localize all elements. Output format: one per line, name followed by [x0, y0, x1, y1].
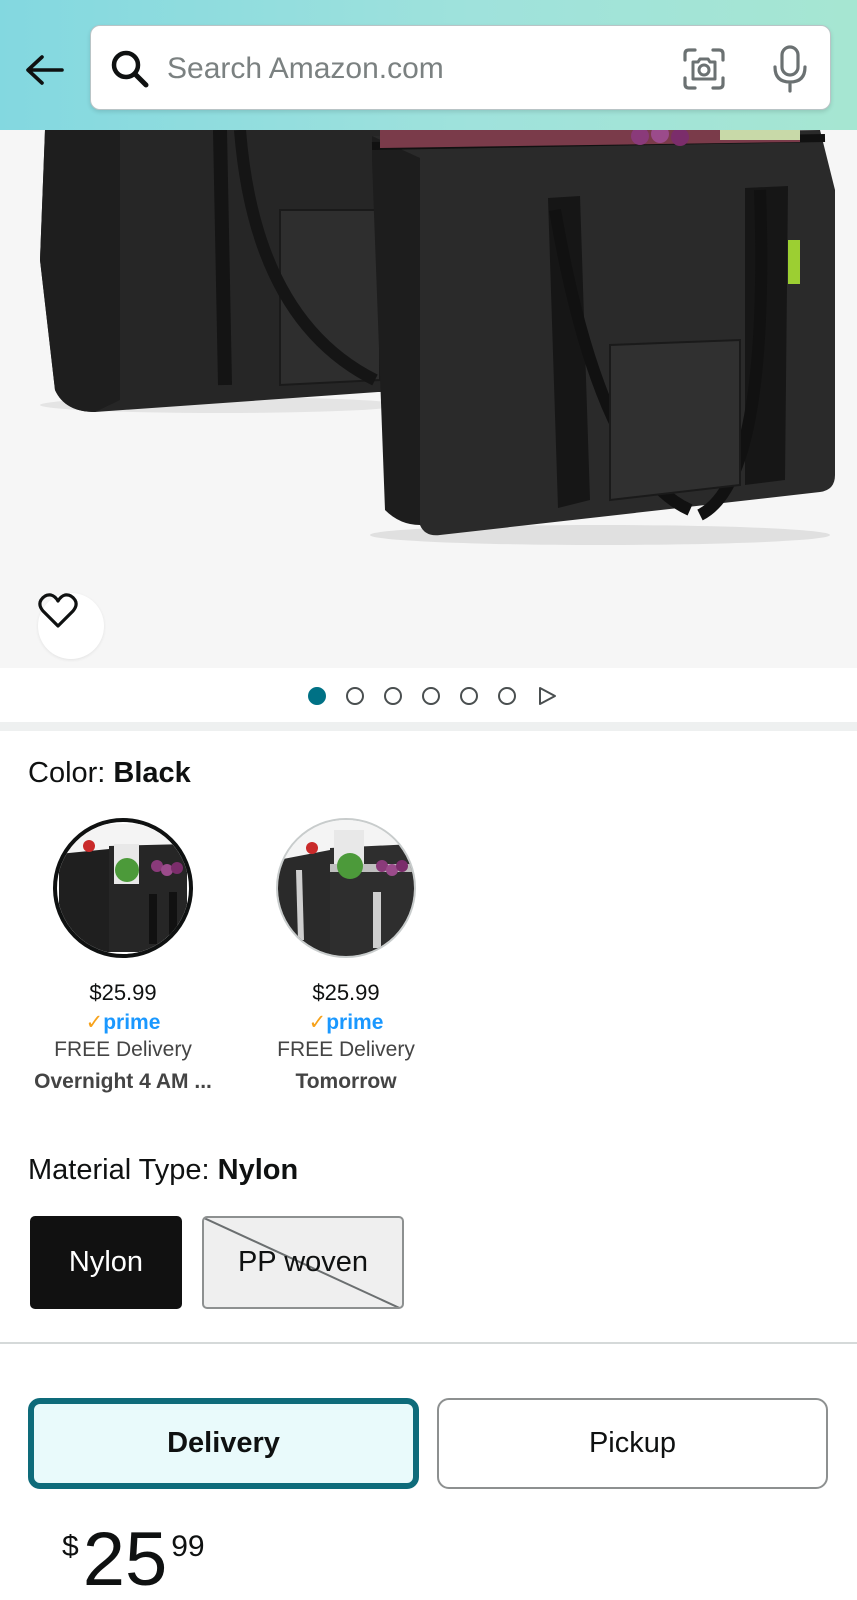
prime-label: prime: [326, 1011, 384, 1034]
microphone-icon[interactable]: [767, 44, 813, 94]
color-thumbnail-grey: [276, 818, 416, 958]
page-dot-6[interactable]: [497, 687, 516, 705]
delivery-label: FREE Delivery: [54, 1038, 192, 1061]
price-fraction: 99: [171, 1530, 205, 1563]
prime-check-icon: ✓: [308, 1011, 327, 1034]
page-dot-4[interactable]: [421, 687, 440, 705]
material-option-label: PP woven: [237, 1246, 369, 1278]
delivery-time: Overnight 4 AM ...: [34, 1070, 212, 1093]
product-image[interactable]: [0, 130, 857, 668]
top-search-bar: [0, 0, 857, 130]
prime-check-icon: ✓: [85, 1011, 104, 1034]
section-divider: [0, 1342, 857, 1344]
material-label: Material Type:: [28, 1154, 218, 1186]
color-option-price: $25.99: [89, 980, 157, 1005]
color-selected-value: Black: [113, 757, 191, 789]
back-arrow-icon: [26, 55, 64, 85]
material-option-pp-woven[interactable]: PP woven: [202, 1216, 404, 1309]
prime-badge: ✓prime: [248, 1010, 444, 1036]
prime-badge: ✓prime: [25, 1010, 221, 1036]
delivery-label: FREE Delivery: [277, 1038, 415, 1061]
product-price: $ 25 99: [62, 1520, 205, 1600]
page-dot-1[interactable]: [307, 687, 326, 705]
page-dot-3[interactable]: [383, 687, 402, 705]
price-whole: 25: [82, 1517, 168, 1600]
back-button[interactable]: [20, 48, 68, 92]
price-currency-symbol: $: [62, 1530, 79, 1563]
play-icon[interactable]: [536, 685, 558, 707]
prime-label: prime: [103, 1011, 161, 1034]
material-option-nylon[interactable]: Nylon: [30, 1216, 182, 1309]
delivery-button[interactable]: Delivery: [28, 1398, 419, 1489]
delivery-time: Tomorrow: [295, 1070, 397, 1093]
color-option-price: $25.99: [312, 980, 380, 1005]
material-selected-value: Nylon: [217, 1154, 299, 1186]
color-option-black[interactable]: $25.99 ✓prime FREE Delivery Overnight 4 …: [25, 818, 221, 1094]
search-icon: [111, 50, 149, 88]
wishlist-button[interactable]: [38, 593, 104, 659]
material-option-label: Nylon: [68, 1246, 144, 1278]
product-photo: [40, 130, 835, 545]
color-heading: Color: Black: [28, 757, 191, 790]
search-input[interactable]: [167, 44, 727, 94]
page-dot-5[interactable]: [459, 687, 478, 705]
section-divider: [0, 722, 857, 731]
heart-icon: [38, 593, 78, 628]
camera-icon[interactable]: [681, 46, 727, 92]
material-heading: Material Type: Nylon: [28, 1154, 298, 1187]
color-thumbnail-black: [53, 818, 193, 958]
pickup-button[interactable]: Pickup: [437, 1398, 828, 1489]
color-label: Color:: [28, 757, 114, 789]
image-pagination: [0, 668, 857, 724]
page-dot-2[interactable]: [345, 687, 364, 705]
search-box[interactable]: [90, 25, 831, 110]
color-option-grey[interactable]: $25.99 ✓prime FREE Delivery Tomorrow: [248, 818, 444, 1094]
